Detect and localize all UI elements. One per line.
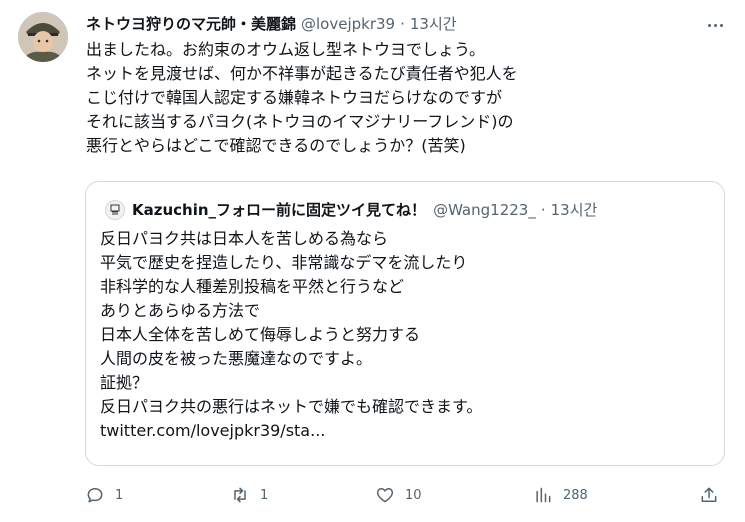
tweet-line: 悪行とやらはどこで確認できるのでしょうか？(苦笑) [86,136,466,155]
more-dot-icon [707,23,711,27]
more-dot-icon [713,23,717,27]
quoted-author-name: Kazuchin_フォロー前に固定ツイ見てね！ [132,201,427,219]
author-avatar[interactable] [18,12,68,62]
like-count: 10 [405,487,422,503]
tweet-text: 出ましたね。お約束のオウム返し型ネトウヨでしょう。 ネットを見渡せば、何か不祥事… [86,38,726,158]
tweet-line: ネットを見渡せば、何か不祥事が起きるたび責任者や犯人を [86,64,518,83]
quoted-line: 平気で歴史を捏造したり、非常識なデマを流したり [100,253,468,272]
retweet-button[interactable]: 1 [230,480,268,510]
quoted-tweet-time: 13시간 [550,201,598,219]
quoted-line: 反日パヨク共の悪行はネットで嫌でも確認できます。 [100,397,483,416]
quoted-line: 非科学的な人種差別投稿を平然と行うなど [100,277,405,296]
author-handle[interactable]: @lovejpkr39 [301,15,395,33]
tweet-line: こじ付けで韓国人認定する嫌韓ネトウヨだらけなのですが [86,88,503,107]
views-icon [536,487,551,503]
quoted-tweet-text: 反日パヨク共は日本人を苦しめる為なら 平気で歴史を捏造したり、非常識なデマを流し… [100,227,710,443]
share-icon [701,487,717,502]
quoted-author-avatar [105,199,125,220]
quoted-line: 証拠？ [100,373,149,392]
reply-button[interactable]: 1 [85,480,123,510]
quoted-line: 反日パヨク共は日本人を苦しめる為なら [100,229,389,248]
heart-icon [376,488,394,503]
quoted-line: 人間の皮を被った悪魔達なのですよ。 [100,349,373,368]
tweet[interactable]: ネトウヨ狩りのマ元帥・美麗錦 @lovejpkr39 · 13시간 出ましたね。… [0,0,745,522]
retweet-icon [234,487,246,503]
quoted-line: 日本人全体を苦しめて侮辱しようと努力する [100,325,421,344]
quoted-link[interactable]: twitter.com/lovejpkr39/sta... [100,419,710,443]
tweet-header: ネトウヨ狩りのマ元帥・美麗錦 @lovejpkr39 · 13시간 [86,13,457,34]
views-button[interactable]: 288 [533,480,588,510]
like-button[interactable]: 10 [375,480,422,510]
header-separator: · [400,14,405,33]
quoted-line: ありとあらゆる方法で [100,301,261,320]
reply-icon [87,488,103,503]
tweet-line: それに該当するパヨク(ネトウヨのイマジナリーフレンド)の [86,112,514,131]
quoted-author-handle: @Wang1223_ [433,200,536,219]
tweet-line: 出ましたね。お約束のオウム返し型ネトウヨでしょう。 [86,40,486,59]
quoted-tweet[interactable]: Kazuchin_フォロー前に固定ツイ見てね！ @Wang1223_ · 13시… [85,181,725,466]
author-name[interactable]: ネトウヨ狩りのマ元帥・美麗錦 [86,13,296,34]
tweet-time[interactable]: 13시간 [410,13,457,34]
reply-count: 1 [115,487,124,503]
quoted-tweet-header: Kazuchin_フォロー前に固定ツイ見てね！ @Wang1223_ · 13시… [105,199,597,220]
views-count: 288 [563,487,588,503]
retweet-count: 1 [260,487,269,503]
share-button[interactable] [699,480,719,510]
quoted-header-separator: · [540,200,546,219]
tweet-actions: 1 1 10 288 [0,480,745,510]
more-options-button[interactable] [702,14,728,36]
more-dot-icon [719,23,723,27]
